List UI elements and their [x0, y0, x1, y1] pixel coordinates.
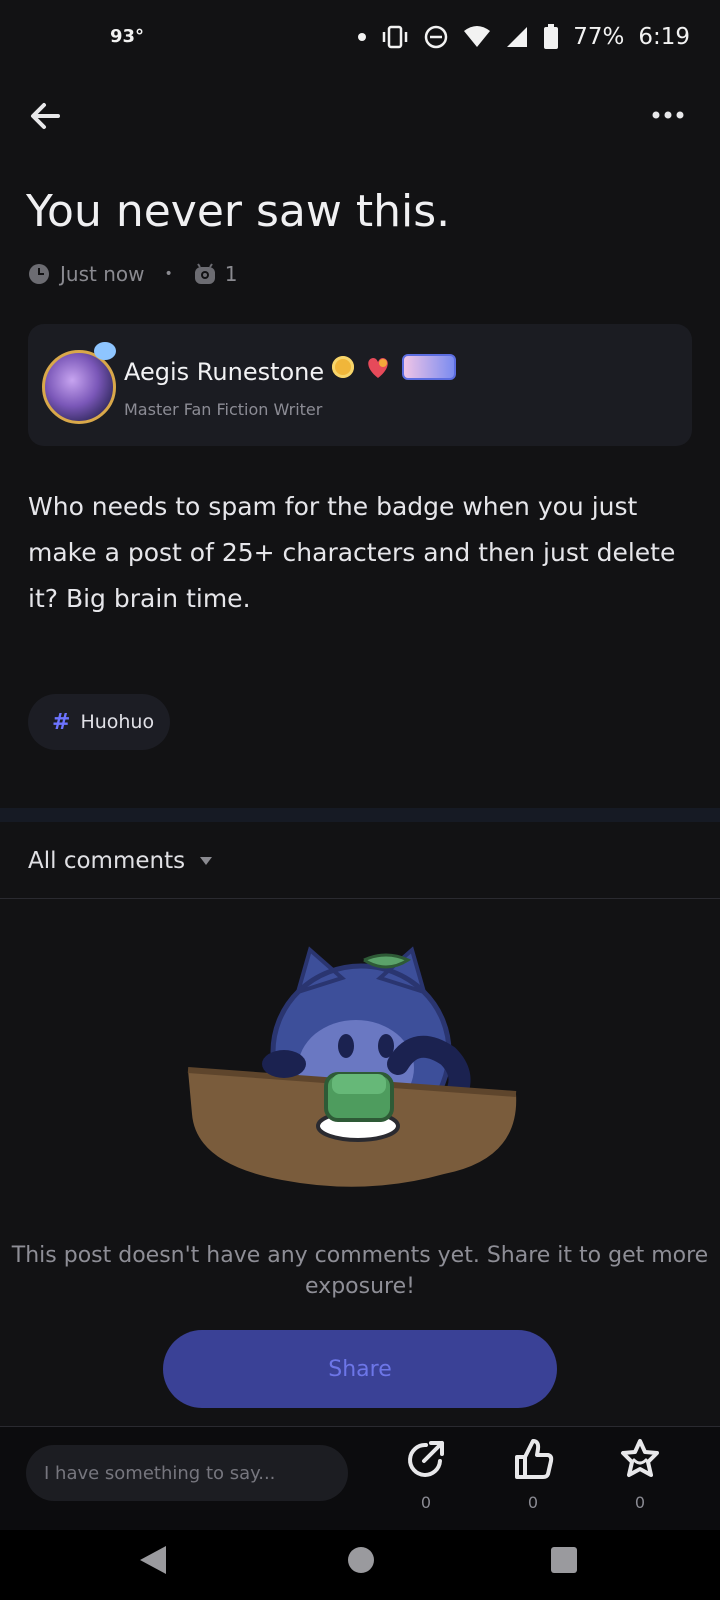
share-action[interactable]: 0: [396, 1437, 456, 1512]
topic-tag-label: Huohuo: [80, 711, 155, 733]
author-name[interactable]: Aegis Runestone: [124, 358, 324, 386]
favorite-count: 0: [634, 1493, 646, 1512]
nav-recents-icon[interactable]: [551, 1547, 577, 1573]
vibrate-icon: [382, 25, 408, 49]
status-bar: 93° 77% 6:19: [0, 0, 720, 76]
nav-back-icon[interactable]: [138, 1544, 168, 1576]
bottom-action-bar: 0 0 0: [0, 1426, 720, 1530]
star-favorite-icon: [621, 1439, 659, 1477]
battery-percentage: 77%: [573, 24, 625, 50]
hashtag-icon: #: [52, 709, 71, 735]
nav-home-icon[interactable]: [348, 1547, 374, 1573]
empty-comments-mascot-illustration: [187, 946, 517, 1187]
clock-icon: [29, 264, 49, 284]
system-navigation-bar: [0, 1530, 720, 1600]
author-badges: [332, 354, 456, 380]
avatar-frame-decoration: [94, 342, 116, 360]
thumbs-up-icon: [515, 1439, 554, 1479]
app-bar: [0, 80, 720, 150]
more-options-icon[interactable]: [648, 100, 688, 130]
meta-separator: •: [164, 266, 173, 282]
sun-badge-icon: [332, 356, 354, 378]
post-meta: Just now • 1: [28, 262, 237, 286]
avatar[interactable]: [42, 350, 116, 424]
battery-icon: [544, 24, 559, 49]
author-role: Master Fan Fiction Writer: [124, 400, 323, 419]
post-time: Just now: [60, 262, 145, 286]
character-badge-icon: [402, 354, 456, 380]
share-icon: [408, 1441, 444, 1477]
clock-time: 6:19: [638, 24, 690, 50]
topic-tag[interactable]: # Huohuo: [28, 694, 170, 750]
temperature-indicator: 93°: [110, 26, 145, 47]
empty-comments-message: This post doesn't have any comments yet.…: [11, 1243, 709, 1299]
post-title: You never saw this.: [26, 186, 451, 237]
heart-badge-icon: [368, 358, 388, 378]
share-count: 0: [420, 1493, 432, 1512]
author-card[interactable]: Aegis Runestone Master Fan Fiction Write…: [28, 324, 692, 446]
favorite-action[interactable]: 0: [610, 1437, 670, 1512]
comment-input[interactable]: [26, 1445, 348, 1501]
caret-down-icon: [200, 857, 213, 865]
comments-divider: [0, 898, 720, 899]
wifi-icon: [464, 26, 491, 47]
comments-header-label: All comments: [28, 848, 186, 874]
like-action[interactable]: 0: [503, 1437, 563, 1512]
views-icon: [194, 263, 215, 284]
share-button[interactable]: Share: [163, 1330, 557, 1408]
do-not-disturb-icon: [424, 25, 448, 49]
back-arrow-icon[interactable]: [26, 96, 66, 136]
like-count: 0: [527, 1493, 539, 1512]
view-count: 1: [224, 262, 238, 286]
notification-dot-icon: [358, 33, 367, 41]
signal-icon: [507, 27, 528, 47]
post-body: Who needs to spam for the badge when you…: [28, 492, 676, 613]
section-divider: [0, 808, 720, 822]
comments-sort-dropdown[interactable]: All comments: [28, 848, 213, 874]
